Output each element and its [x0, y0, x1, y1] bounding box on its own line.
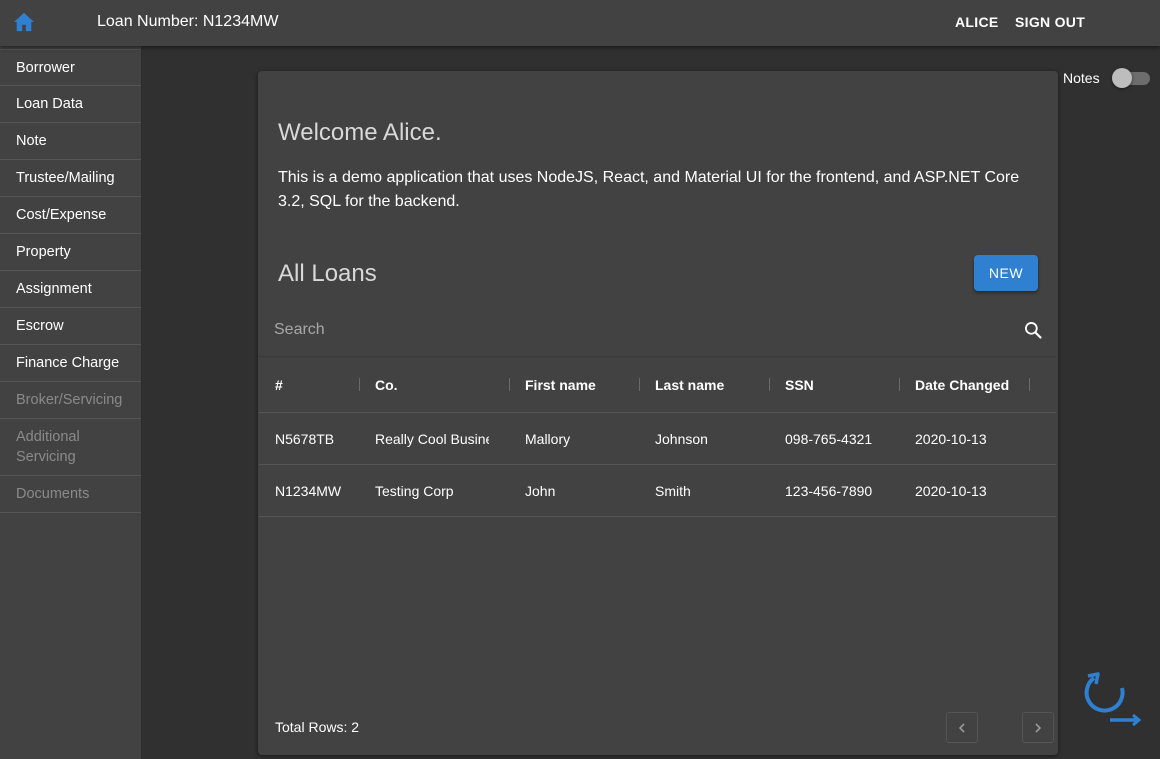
first-name-cell: Mallory — [525, 430, 571, 447]
sidebar-item-property[interactable]: Property — [0, 234, 141, 271]
loan-number-cell: N5678TB — [275, 430, 335, 447]
notes-label: Notes — [1063, 70, 1100, 86]
notes-toggle[interactable] — [1112, 68, 1150, 88]
user-button[interactable]: ALICE — [955, 14, 999, 30]
date-changed-cell: 2020-10-13 — [915, 430, 987, 447]
column-header-first-name[interactable]: First name — [525, 357, 635, 412]
table-header-row: # Co. First name Last name SSN Date Chan… — [259, 357, 1056, 413]
sidebar-item-loan-data[interactable]: Loan Data — [0, 86, 141, 123]
company-cell: Really Cool Business — [375, 430, 489, 447]
toggle-thumb — [1112, 68, 1132, 88]
search-icon[interactable] — [1023, 320, 1043, 340]
sidebar-item-assignment[interactable]: Assignment — [0, 271, 141, 308]
total-rows-count: Total Rows: 2 — [275, 719, 360, 735]
company-cell: Testing Corp — [375, 482, 454, 499]
search-input[interactable] — [274, 319, 1014, 341]
sidebar-item-note[interactable]: Note — [0, 123, 141, 160]
column-header-ssn[interactable]: SSN — [785, 357, 895, 412]
column-header-last-name[interactable]: Last name — [655, 357, 765, 412]
sidebar-item-finance-charge[interactable]: Finance Charge — [0, 345, 141, 382]
previous-page-button[interactable] — [946, 712, 978, 743]
sidebar-item-documents: Documents — [0, 476, 141, 513]
column-separator[interactable] — [509, 378, 510, 391]
column-header-date-changed[interactable]: Date Changed — [915, 357, 1025, 412]
column-header-number[interactable]: # — [275, 357, 355, 412]
sidebar-item-cost-expense[interactable]: Cost/Expense — [0, 197, 141, 234]
last-name-cell: Smith — [655, 482, 691, 499]
intro-text: This is a demo application that uses Nod… — [278, 169, 1020, 210]
sidebar-item-label: Finance Charge — [16, 355, 120, 371]
chevron-left-icon — [958, 722, 965, 733]
column-separator[interactable] — [359, 378, 360, 391]
app-logo-icon — [1084, 672, 1142, 727]
sidebar-item-label: Property — [16, 244, 71, 260]
sidebar-nav: Borrower Loan Data Note Trustee/Mailing … — [0, 46, 142, 759]
chevron-right-icon — [1035, 722, 1042, 733]
loans-table: # Co. First name Last name SSN Date Chan… — [259, 356, 1056, 753]
sidebar-item-label: Broker/Servicing — [16, 392, 123, 408]
app-bar: Loan Number: N1234MW ALICE SIGN OUT — [0, 0, 1160, 46]
loans-card: Welcome Alice. This is a demo applicatio… — [258, 71, 1058, 755]
sidebar-item-label: Escrow — [16, 318, 64, 334]
sidebar-item-label: Documents — [16, 486, 90, 502]
sign-out-button[interactable]: SIGN OUT — [1015, 14, 1085, 30]
column-separator[interactable] — [769, 378, 770, 391]
sidebar-item-label: Trustee/Mailing — [16, 170, 115, 186]
sidebar-item-label: Borrower — [16, 59, 75, 76]
column-header-company[interactable]: Co. — [375, 357, 505, 412]
ssn-cell: 123-456-7890 — [785, 482, 873, 499]
loan-number-cell: N1234MW — [275, 482, 342, 499]
last-name-cell: Johnson — [655, 430, 708, 447]
table-row[interactable]: N5678TB Really Cool Business Mallory Joh… — [259, 413, 1056, 465]
all-loans-heading: All Loans — [278, 260, 377, 287]
column-separator[interactable] — [899, 378, 900, 391]
welcome-heading: Welcome Alice. — [278, 119, 442, 146]
new-loan-button[interactable]: NEW — [974, 255, 1038, 291]
sidebar-item-escrow[interactable]: Escrow — [0, 308, 141, 345]
ssn-cell: 098-765-4321 — [785, 430, 873, 447]
column-separator[interactable] — [639, 378, 640, 391]
sidebar-item-trustee-mailing[interactable]: Trustee/Mailing — [0, 160, 141, 197]
sidebar-item-label: Note — [16, 133, 47, 149]
date-changed-cell: 2020-10-13 — [915, 482, 987, 499]
sidebar-item-borrower[interactable]: Borrower — [0, 49, 141, 86]
column-separator[interactable] — [1029, 378, 1030, 391]
sidebar-item-label: Loan Data — [16, 96, 83, 112]
first-name-cell: John — [525, 482, 556, 499]
sidebar-item-broker-servicing: Broker/Servicing — [0, 382, 141, 419]
sidebar-item-label: Assignment — [16, 281, 92, 297]
loan-number-title: Loan Number: N1234MW — [97, 13, 279, 30]
next-page-button[interactable] — [1022, 712, 1054, 743]
sidebar-item-label: Additional Servicing — [16, 429, 80, 465]
table-row[interactable]: N1234MW Testing Corp John Smith 123-456-… — [259, 465, 1056, 517]
sidebar-item-additional-servicing: Additional Servicing — [0, 419, 141, 476]
home-icon[interactable] — [13, 12, 35, 32]
sidebar-item-label: Cost/Expense — [16, 207, 107, 223]
